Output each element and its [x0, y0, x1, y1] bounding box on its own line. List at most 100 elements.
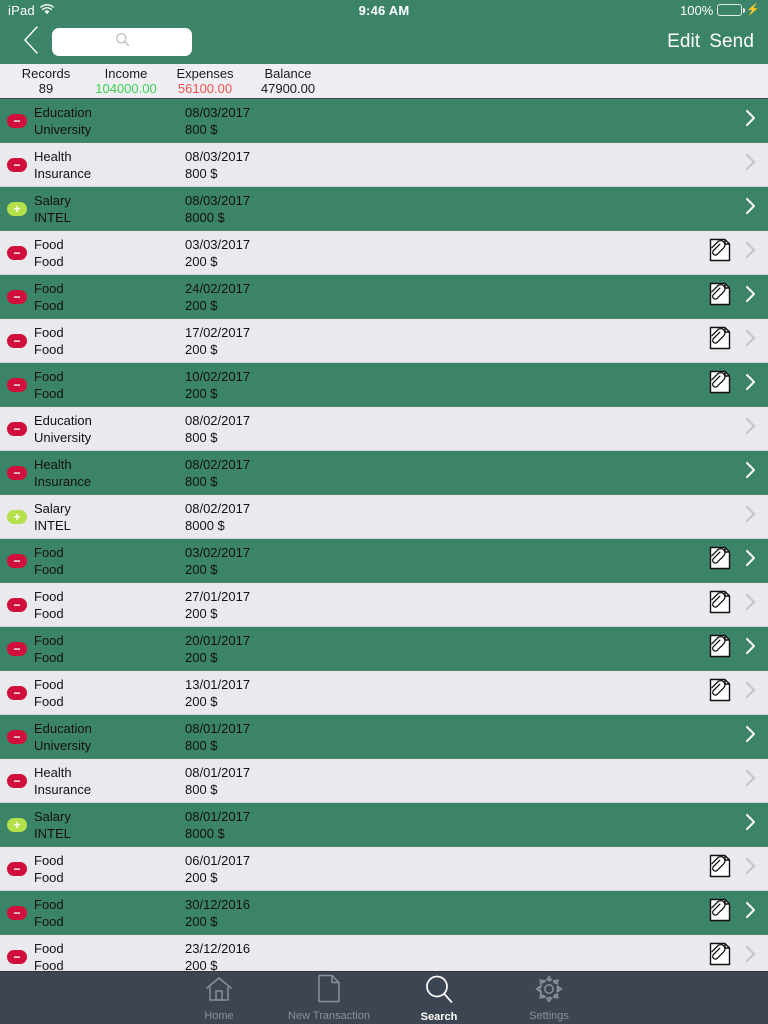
transaction-category: Education	[34, 412, 92, 428]
transaction-row-accessories	[706, 545, 768, 576]
transaction-row-accessories	[706, 767, 768, 795]
disclosure-indicator[interactable]	[744, 593, 756, 616]
transaction-row[interactable]: − Food Food 20/01/2017 200 $	[0, 627, 768, 671]
attachment-slot	[706, 723, 734, 751]
attachment-icon[interactable]	[707, 369, 733, 400]
transaction-subcategory: Food	[34, 253, 64, 269]
transaction-subcategory: Food	[34, 913, 64, 929]
chevron-right-icon	[745, 945, 756, 968]
transaction-row[interactable]: + Salary INTEL 08/01/2017 8000 $	[0, 803, 768, 847]
transaction-labels: Health Insurance	[34, 148, 184, 182]
disclosure-indicator[interactable]	[744, 241, 756, 264]
transaction-row[interactable]: − Food Food 23/12/2016 200 $	[0, 935, 768, 971]
transaction-row[interactable]: − Education University 08/02/2017 800 $	[0, 407, 768, 451]
plus-circle-icon: +	[7, 509, 27, 524]
disclosure-indicator[interactable]	[744, 945, 756, 968]
transaction-row[interactable]: − Education University 08/01/2017 800 $	[0, 715, 768, 759]
edit-button[interactable]: Edit	[667, 31, 700, 53]
transaction-amount: 200 $	[185, 649, 218, 665]
attachment-slot	[706, 897, 734, 928]
chevron-right-icon	[745, 461, 756, 484]
transaction-amount: 200 $	[185, 913, 218, 929]
transaction-labels: Food Food	[34, 852, 184, 886]
transaction-row[interactable]: + Salary INTEL 08/02/2017 8000 $	[0, 495, 768, 539]
transaction-row[interactable]: − Food Food 03/02/2017 200 $	[0, 539, 768, 583]
transaction-row[interactable]: − Food Food 10/02/2017 200 $	[0, 363, 768, 407]
attachment-slot	[706, 503, 734, 531]
transaction-row[interactable]: − Food Food 03/03/2017 200 $	[0, 231, 768, 275]
send-button[interactable]: Send	[709, 31, 754, 53]
transaction-row[interactable]: − Food Food 13/01/2017 200 $	[0, 671, 768, 715]
transaction-row[interactable]: − Health Insurance 08/03/2017 800 $	[0, 143, 768, 187]
transaction-row[interactable]: − Education University 08/03/2017 800 $	[0, 99, 768, 143]
back-button[interactable]	[14, 25, 48, 59]
transaction-row[interactable]: − Food Food 06/01/2017 200 $	[0, 847, 768, 891]
transaction-row[interactable]: − Food Food 27/01/2017 200 $	[0, 583, 768, 627]
tab-new-transaction[interactable]: New Transaction	[274, 972, 384, 1024]
disclosure-indicator[interactable]	[744, 901, 756, 924]
tab-home[interactable]: Home	[164, 972, 274, 1024]
disclosure-indicator[interactable]	[744, 417, 756, 440]
transaction-row-accessories	[706, 237, 768, 268]
transaction-row[interactable]: − Food Food 30/12/2016 200 $	[0, 891, 768, 935]
disclosure-indicator[interactable]	[744, 505, 756, 528]
transaction-row[interactable]: − Food Food 17/02/2017 200 $	[0, 319, 768, 363]
tab-search[interactable]: Search	[384, 972, 494, 1024]
transaction-date: 08/02/2017	[185, 412, 251, 428]
transaction-row-accessories	[706, 369, 768, 400]
transaction-list[interactable]: − Education University 08/03/2017 800 $ …	[0, 99, 768, 971]
attachment-icon[interactable]	[707, 633, 733, 664]
transaction-subcategory: Insurance	[34, 781, 92, 797]
transaction-category: Food	[34, 896, 64, 912]
transaction-category: Salary	[34, 500, 71, 516]
transaction-row[interactable]: − Food Food 24/02/2017 200 $	[0, 275, 768, 319]
transaction-row-accessories	[706, 107, 768, 135]
attachment-icon[interactable]	[707, 325, 733, 356]
transaction-date: 03/03/2017	[185, 236, 251, 252]
stat-income-value: 104000.00	[95, 81, 157, 96]
transaction-date: 03/02/2017	[185, 544, 251, 560]
search-field[interactable]	[52, 28, 192, 56]
disclosure-indicator[interactable]	[744, 725, 756, 748]
attachment-icon[interactable]	[707, 897, 733, 928]
disclosure-indicator[interactable]	[744, 329, 756, 352]
disclosure-indicator[interactable]	[744, 285, 756, 308]
disclosure-indicator[interactable]	[744, 813, 756, 836]
stat-records-label: Records	[21, 66, 71, 81]
disclosure-indicator[interactable]	[744, 373, 756, 396]
transaction-amount: 200 $	[185, 253, 218, 269]
tab-settings[interactable]: Settings	[494, 972, 604, 1024]
transaction-row[interactable]: − Health Insurance 08/02/2017 800 $	[0, 451, 768, 495]
transaction-subcategory: Insurance	[34, 165, 92, 181]
disclosure-indicator[interactable]	[744, 461, 756, 484]
disclosure-indicator[interactable]	[744, 549, 756, 572]
transaction-labels: Health Insurance	[34, 764, 184, 798]
disclosure-indicator[interactable]	[744, 681, 756, 704]
transaction-row-accessories	[706, 811, 768, 839]
stat-balance: Balance 47900.00	[244, 66, 332, 96]
attachment-icon[interactable]	[707, 237, 733, 268]
disclosure-indicator[interactable]	[744, 153, 756, 176]
attachment-icon[interactable]	[707, 677, 733, 708]
search-input[interactable]	[52, 28, 192, 56]
disclosure-indicator[interactable]	[744, 769, 756, 792]
disclosure-indicator[interactable]	[744, 197, 756, 220]
disclosure-indicator[interactable]	[744, 109, 756, 132]
chevron-right-icon	[745, 197, 756, 220]
transaction-labels: Food Food	[34, 280, 184, 314]
disclosure-indicator[interactable]	[744, 637, 756, 660]
transaction-amount: 8000 $	[185, 825, 225, 841]
attachment-icon[interactable]	[707, 281, 733, 312]
transaction-type-icon-slot: −	[0, 157, 34, 172]
transaction-row[interactable]: − Health Insurance 08/01/2017 800 $	[0, 759, 768, 803]
attachment-icon[interactable]	[707, 853, 733, 884]
attachment-icon[interactable]	[707, 545, 733, 576]
transaction-subcategory: Food	[34, 341, 64, 357]
transaction-row[interactable]: + Salary INTEL 08/03/2017 8000 $	[0, 187, 768, 231]
attachment-icon[interactable]	[707, 941, 733, 971]
attachment-slot	[706, 325, 734, 356]
transaction-labels: Health Insurance	[34, 456, 184, 490]
stat-income-label: Income	[104, 66, 148, 81]
disclosure-indicator[interactable]	[744, 857, 756, 880]
attachment-icon[interactable]	[707, 589, 733, 620]
